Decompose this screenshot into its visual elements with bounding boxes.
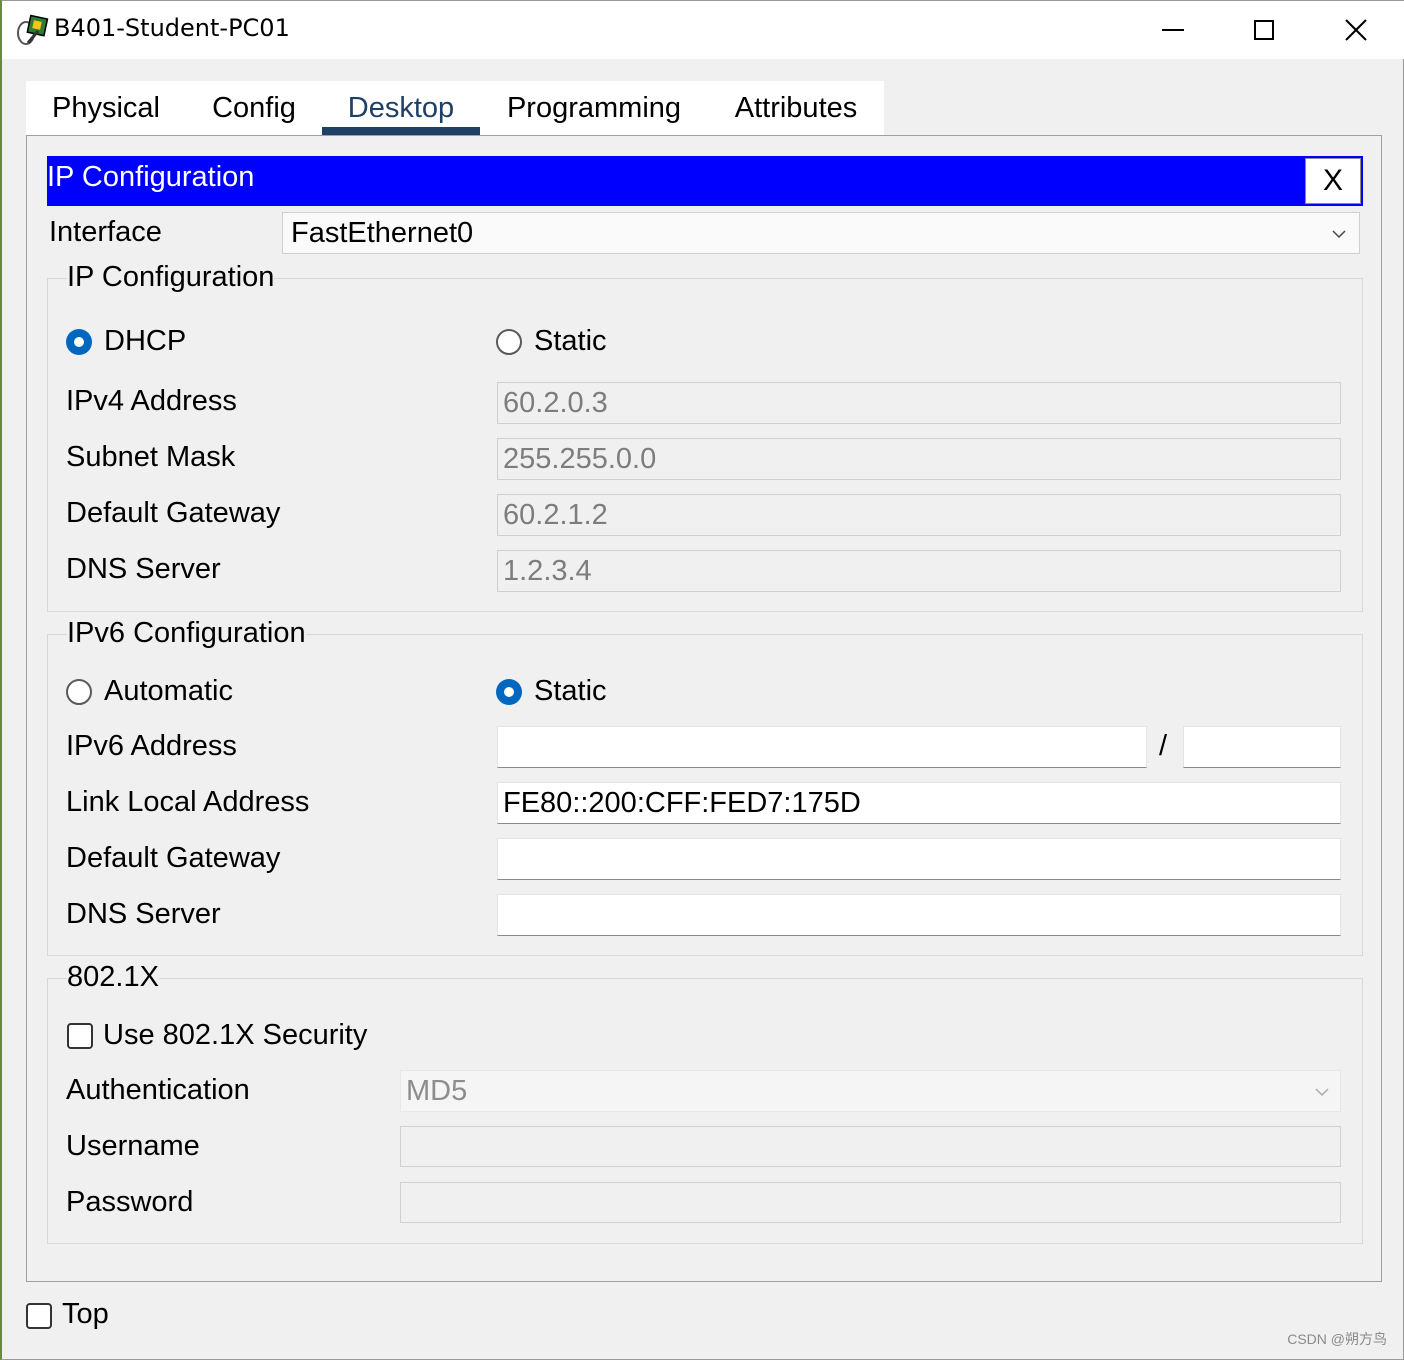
desktop-content-panel: IP Configuration X Interface FastEtherne… [26, 135, 1382, 1282]
close-window-button[interactable] [1310, 1, 1402, 59]
minimize-button[interactable] [1127, 1, 1219, 59]
ipv4-address-label: IPv4 Address [66, 385, 237, 417]
watermark: CSDN @朔方鸟 [1287, 1331, 1387, 1347]
ipv6-address-field[interactable] [497, 726, 1147, 768]
ipv4-default-gateway-field[interactable]: 60.2.1.2 [497, 494, 1341, 536]
username-label: Username [66, 1130, 200, 1162]
dhcp-label: DHCP [104, 325, 187, 357]
ipv4-default-gateway-label: Default Gateway [66, 497, 281, 529]
tab-programming[interactable]: Programming [496, 81, 692, 135]
ipv6-automatic-label: Automatic [104, 675, 233, 707]
application-window: B401-Student-PC01 Physical Config Deskto… [0, 0, 1404, 1360]
maximize-button[interactable] [1218, 1, 1310, 59]
ipv4-dns-server-label: DNS Server [66, 553, 221, 585]
top-checkbox[interactable] [26, 1303, 52, 1329]
chevron-down-icon [1315, 1088, 1329, 1097]
ipv6-address-label: IPv6 Address [66, 730, 237, 762]
maximize-icon [1254, 20, 1274, 40]
tab-desktop-label: Desktop [347, 92, 455, 124]
close-ip-configuration-button[interactable]: X [1305, 158, 1361, 204]
ipv6-default-gateway-label: Default Gateway [66, 842, 281, 874]
ipv4-group-title: IP Configuration [67, 261, 275, 294]
dot1x-group-title: 802.1X [67, 961, 159, 994]
dhcp-radio[interactable] [66, 329, 92, 355]
ipv6-dns-server-field[interactable] [497, 894, 1341, 936]
authentication-select[interactable]: MD5 [400, 1070, 1341, 1112]
subnet-mask-field[interactable]: 255.255.0.0 [497, 438, 1341, 480]
ipv4-dns-server-field[interactable]: 1.2.3.4 [497, 550, 1341, 592]
ipv6-default-gateway-field[interactable] [497, 838, 1341, 880]
active-tab-indicator [322, 127, 480, 135]
tab-physical[interactable]: Physical [26, 81, 186, 135]
subnet-mask-label: Subnet Mask [66, 441, 236, 473]
interface-select[interactable]: FastEthernet0 [282, 212, 1360, 254]
close-icon [1345, 19, 1367, 41]
tab-config[interactable]: Config [202, 81, 306, 135]
ip-configuration-header: IP Configuration X [47, 156, 1363, 206]
link-local-address-label: Link Local Address [66, 786, 310, 818]
use-dot1x-security-label: Use 802.1X Security [103, 1019, 368, 1051]
ipv4-address-field[interactable]: 60.2.0.3 [497, 382, 1341, 424]
authentication-label: Authentication [66, 1074, 250, 1106]
ipv6-static-label: Static [534, 675, 607, 707]
ip-configuration-title: IP Configuration [47, 161, 255, 193]
password-field[interactable] [400, 1182, 1341, 1223]
top-label: Top [62, 1298, 109, 1330]
ipv4-static-label: Static [534, 325, 607, 357]
ipv6-group-title: IPv6 Configuration [67, 617, 306, 650]
link-local-address-field[interactable]: FE80::200:CFF:FED7:175D [497, 782, 1341, 824]
window-title: B401-Student-PC01 [54, 14, 290, 42]
tab-attributes[interactable]: Attributes [720, 81, 872, 135]
title-bar[interactable]: B401-Student-PC01 [2, 1, 1404, 59]
password-label: Password [66, 1186, 194, 1218]
chevron-down-icon [1332, 230, 1346, 239]
interface-select-value: FastEthernet0 [291, 217, 474, 249]
prefix-separator: / [1159, 730, 1168, 762]
tab-bar: Physical Config Desktop Programming Attr… [26, 81, 884, 135]
use-dot1x-security-checkbox[interactable] [67, 1023, 93, 1049]
ipv6-static-radio[interactable] [496, 679, 522, 705]
minimize-icon [1162, 29, 1184, 31]
tab-desktop[interactable]: Desktop [322, 81, 480, 135]
ipv6-dns-server-label: DNS Server [66, 898, 221, 930]
ipv4-static-radio[interactable] [496, 329, 522, 355]
authentication-select-value: MD5 [406, 1075, 468, 1107]
ipv6-prefix-length-field[interactable] [1183, 726, 1341, 768]
interface-label: Interface [49, 216, 162, 248]
packet-tracer-app-icon [16, 13, 50, 47]
ipv6-automatic-radio[interactable] [66, 679, 92, 705]
username-field[interactable] [400, 1126, 1341, 1167]
